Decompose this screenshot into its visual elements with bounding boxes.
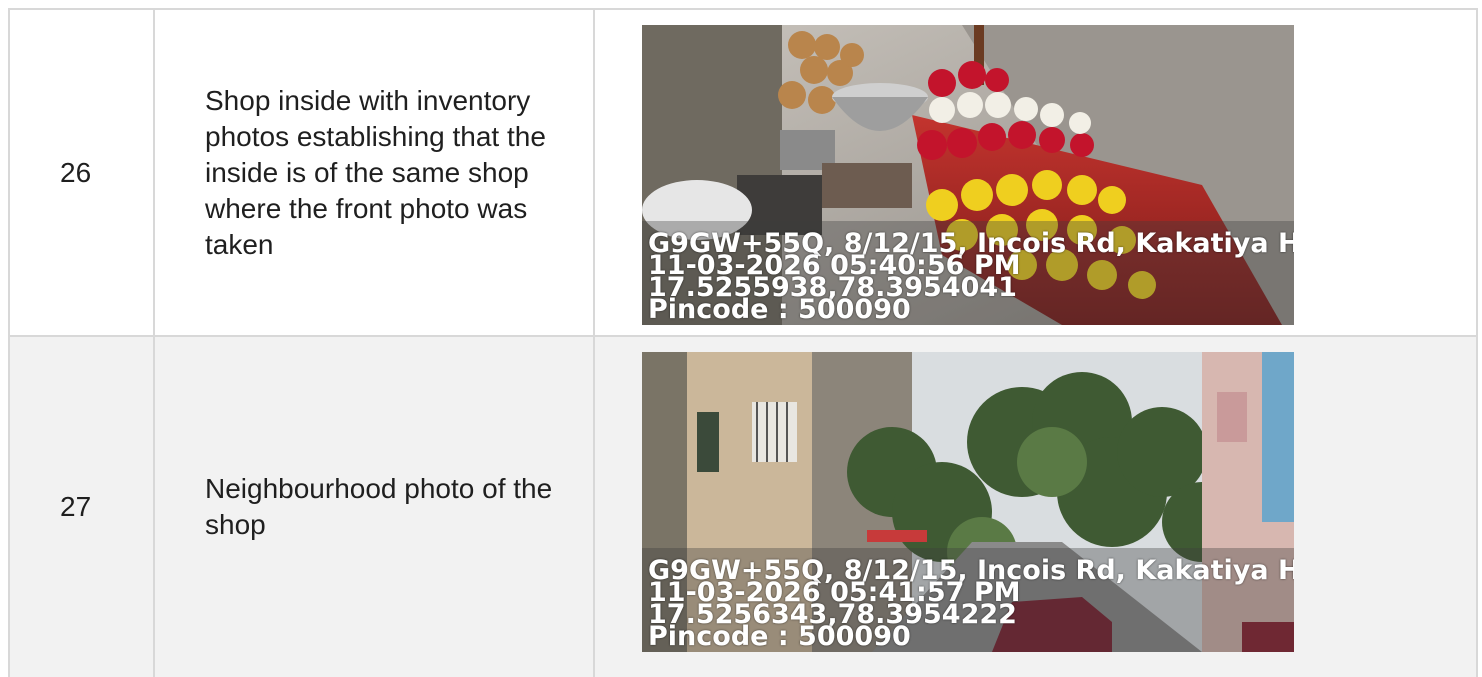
photo-evidence-table: 26 Shop inside with inventory photos est… [8, 8, 1478, 677]
table-row: 27 Neighbourhood photo of the shop G9GW+… [10, 337, 1476, 677]
photo-cell: G9GW+55Q, 8/12/15, Incois Rd, Kakatiya H… [595, 10, 1476, 335]
description-text: Shop inside with inventory photos establ… [205, 84, 546, 260]
photo-geo-stamp: G9GW+55Q, 8/12/15, Incois Rd, Kakatiya H… [642, 548, 1294, 652]
row-description: Neighbourhood photo of the shop [155, 337, 595, 677]
row-description: Shop inside with inventory photos establ… [155, 10, 595, 335]
row-number: 26 [10, 10, 155, 335]
photo-cell: G9GW+55Q, 8/12/15, Incois Rd, Kakatiya H… [595, 337, 1476, 677]
inventory-photo[interactable]: G9GW+55Q, 8/12/15, Incois Rd, Kakatiya H… [642, 25, 1294, 325]
row-number: 27 [10, 337, 155, 677]
description-text: Neighbourhood photo of the shop [205, 473, 553, 540]
table-row: 26 Shop inside with inventory photos est… [10, 10, 1476, 337]
photo-geo-stamp: G9GW+55Q, 8/12/15, Incois Rd, Kakatiya H… [642, 221, 1294, 325]
neighbourhood-photo[interactable]: G9GW+55Q, 8/12/15, Incois Rd, Kakatiya H… [642, 352, 1294, 652]
